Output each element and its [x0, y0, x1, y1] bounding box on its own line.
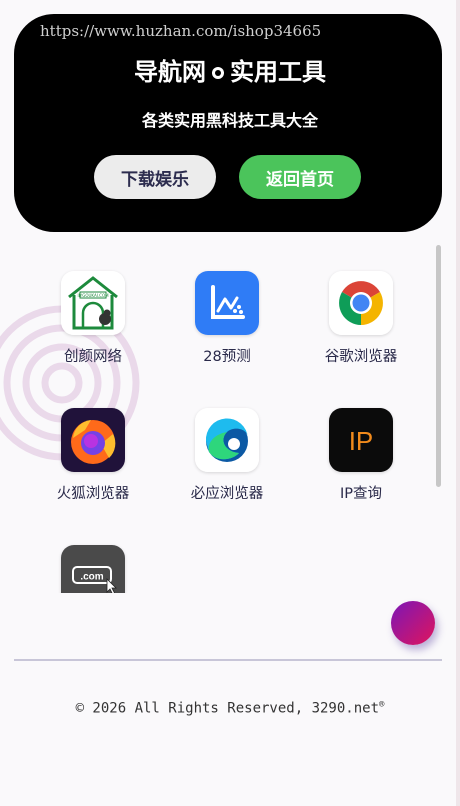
- footer-copyright: © 2026 All Rights Reserved, 3290.net®: [0, 700, 460, 717]
- registered-mark: ®: [379, 700, 385, 710]
- title-right: 实用工具: [230, 58, 326, 86]
- chart-icon: [195, 271, 259, 335]
- app-tile-chrome[interactable]: 谷歌浏览器: [296, 245, 426, 365]
- app-tile-edge[interactable]: 必应浏览器: [162, 382, 292, 502]
- svg-text:.com: .com: [80, 572, 103, 583]
- watermark: https://www.huzhan.com/ishop34665: [40, 22, 322, 40]
- app-label: 谷歌浏览器: [324, 349, 398, 365]
- app-tile-domain[interactable]: .com: [28, 519, 158, 593]
- footer-text: © 2026 All Rights Reserved, 3290.net: [75, 700, 379, 717]
- chrome-icon: [329, 271, 393, 335]
- ip-icon: IP: [329, 408, 393, 472]
- app-label: IP查询: [339, 486, 383, 502]
- page-subtitle: 各类实用黑科技工具大全: [141, 111, 318, 130]
- title-left: 导航网: [134, 58, 206, 86]
- firefox-icon: [61, 408, 125, 472]
- svg-text:IIYGOUKAI.COM: IIYGOUKAI.COM: [77, 293, 109, 298]
- app-label: 创颜网络: [64, 349, 122, 365]
- edge-icon: [195, 408, 259, 472]
- svg-text:IP: IP: [349, 426, 374, 456]
- app-tile-chuangyan[interactable]: IIYGOUKAI.COM 创颜网络: [28, 245, 158, 365]
- app-label: 28预测: [203, 349, 251, 365]
- house-icon: IIYGOUKAI.COM: [61, 271, 125, 335]
- app-tile-ip-lookup[interactable]: IP IP查询: [296, 382, 426, 502]
- app-label: 火狐浏览器: [56, 486, 130, 502]
- floating-action-button[interactable]: [391, 601, 435, 645]
- app-tile-28-forecast[interactable]: 28预测: [162, 245, 292, 365]
- app-grid: IIYGOUKAI.COM 创颜网络 28预测 谷歌浏览器 火狐浏览器 必应浏览…: [0, 245, 440, 593]
- page-title: 导航网 实用工具: [0, 52, 460, 87]
- domain-icon: .com: [61, 545, 125, 593]
- app-label: 必应浏览器: [190, 486, 264, 502]
- back-home-button[interactable]: 返回首页: [239, 155, 361, 199]
- app-tile-firefox[interactable]: 火狐浏览器: [28, 382, 158, 502]
- divider: [14, 659, 442, 661]
- title-separator-icon: [210, 65, 226, 81]
- download-entertainment-button[interactable]: 下载娱乐: [94, 155, 216, 199]
- scrollbar[interactable]: [436, 245, 441, 487]
